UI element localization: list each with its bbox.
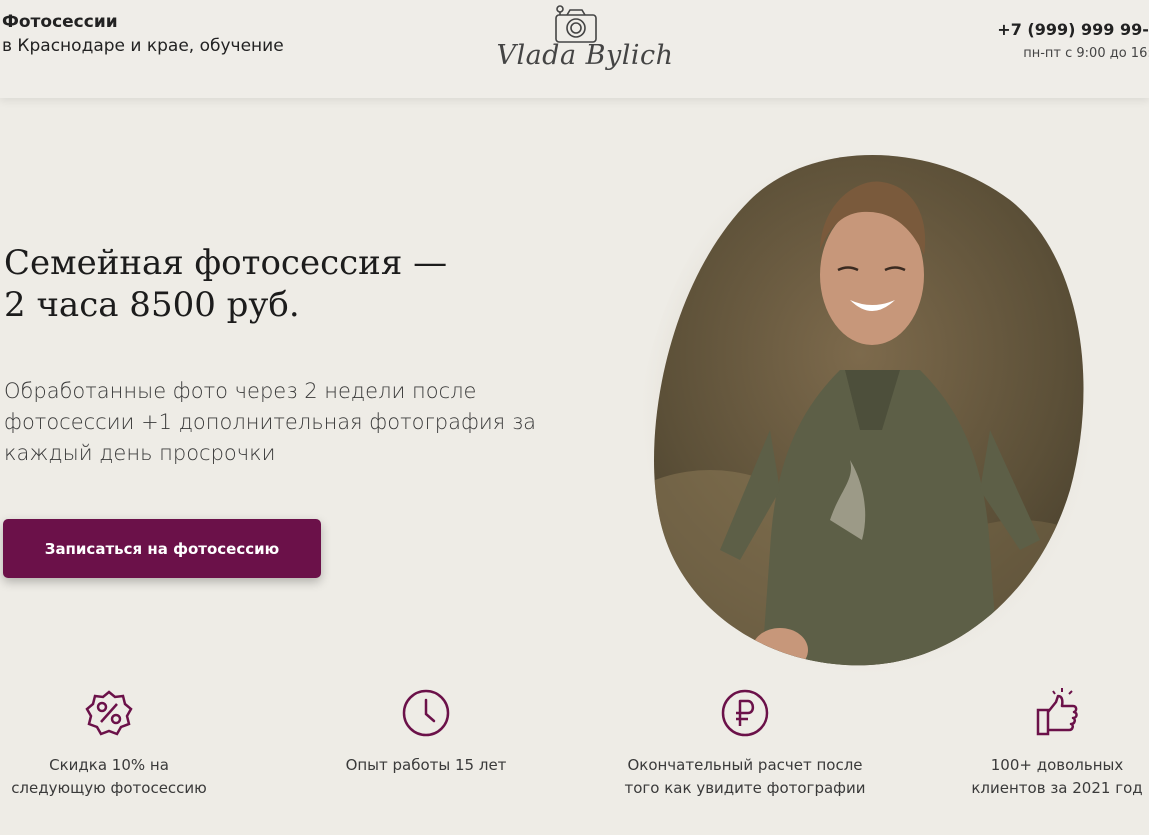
hero-photo-blob [634,141,1099,683]
clock-icon [402,689,450,737]
hero-title-line1: Семейная фотосессия — [4,243,448,283]
book-photosession-button[interactable]: Записаться на фотосессию [3,519,321,578]
feature-experience-text: Опыт работы 15 лет [345,756,507,774]
logo-text: Vlada Bylich [496,40,674,71]
feature-payment: Окончательный расчет после того как увид… [615,688,875,800]
header-title: Фотосессии [2,12,118,32]
feature-clients: 100+ довольных клиентов за 2021 год [927,688,1149,800]
feature-discount-text: Скидка 10% на следующую фотосессию [11,756,207,797]
header-tagline: Фотосессии в Краснодаре и крае, обучение [2,10,284,58]
hero-title-line2: 2 часа 8500 руб. [4,285,300,325]
working-hours: пн-пт с 9:00 до 16:0 [1023,46,1149,61]
feature-experience: Опыт работы 15 лет [296,688,556,777]
hero-description: Обработанные фото через 2 недели после ф… [4,376,574,469]
thumbs-up-icon [1036,688,1078,736]
phone-link[interactable]: +7 (999) 999 99-9 [960,19,1149,41]
header-subtitle: в Краснодаре и крае, обучение [2,36,284,56]
feature-payment-text: Окончательный расчет после того как увид… [624,756,866,797]
percent-badge-icon [85,690,133,736]
hero-desc-line3: каждый день просрочки [4,441,276,465]
feature-discount: Скидка 10% на следующую фотосессию [0,688,239,800]
site-header: Фотосессии в Краснодаре и крае, обучение… [0,0,1149,98]
header-contacts: +7 (999) 999 99-9 пн-пт с 9:00 до 16:0 [960,19,1149,64]
hero-desc-line1: Обработанные фото через 2 недели после [4,379,477,403]
feature-clients-text: 100+ довольных клиентов за 2021 год [971,756,1143,797]
ruble-icon [721,689,769,737]
hero-photo [600,130,1120,690]
site-logo[interactable]: Vlada Bylich [495,4,675,84]
hero-desc-line2: фотосессии +1 дополнительная фотография … [4,410,537,434]
hero-title: Семейная фотосессия — 2 часа 8500 руб. [4,242,564,326]
